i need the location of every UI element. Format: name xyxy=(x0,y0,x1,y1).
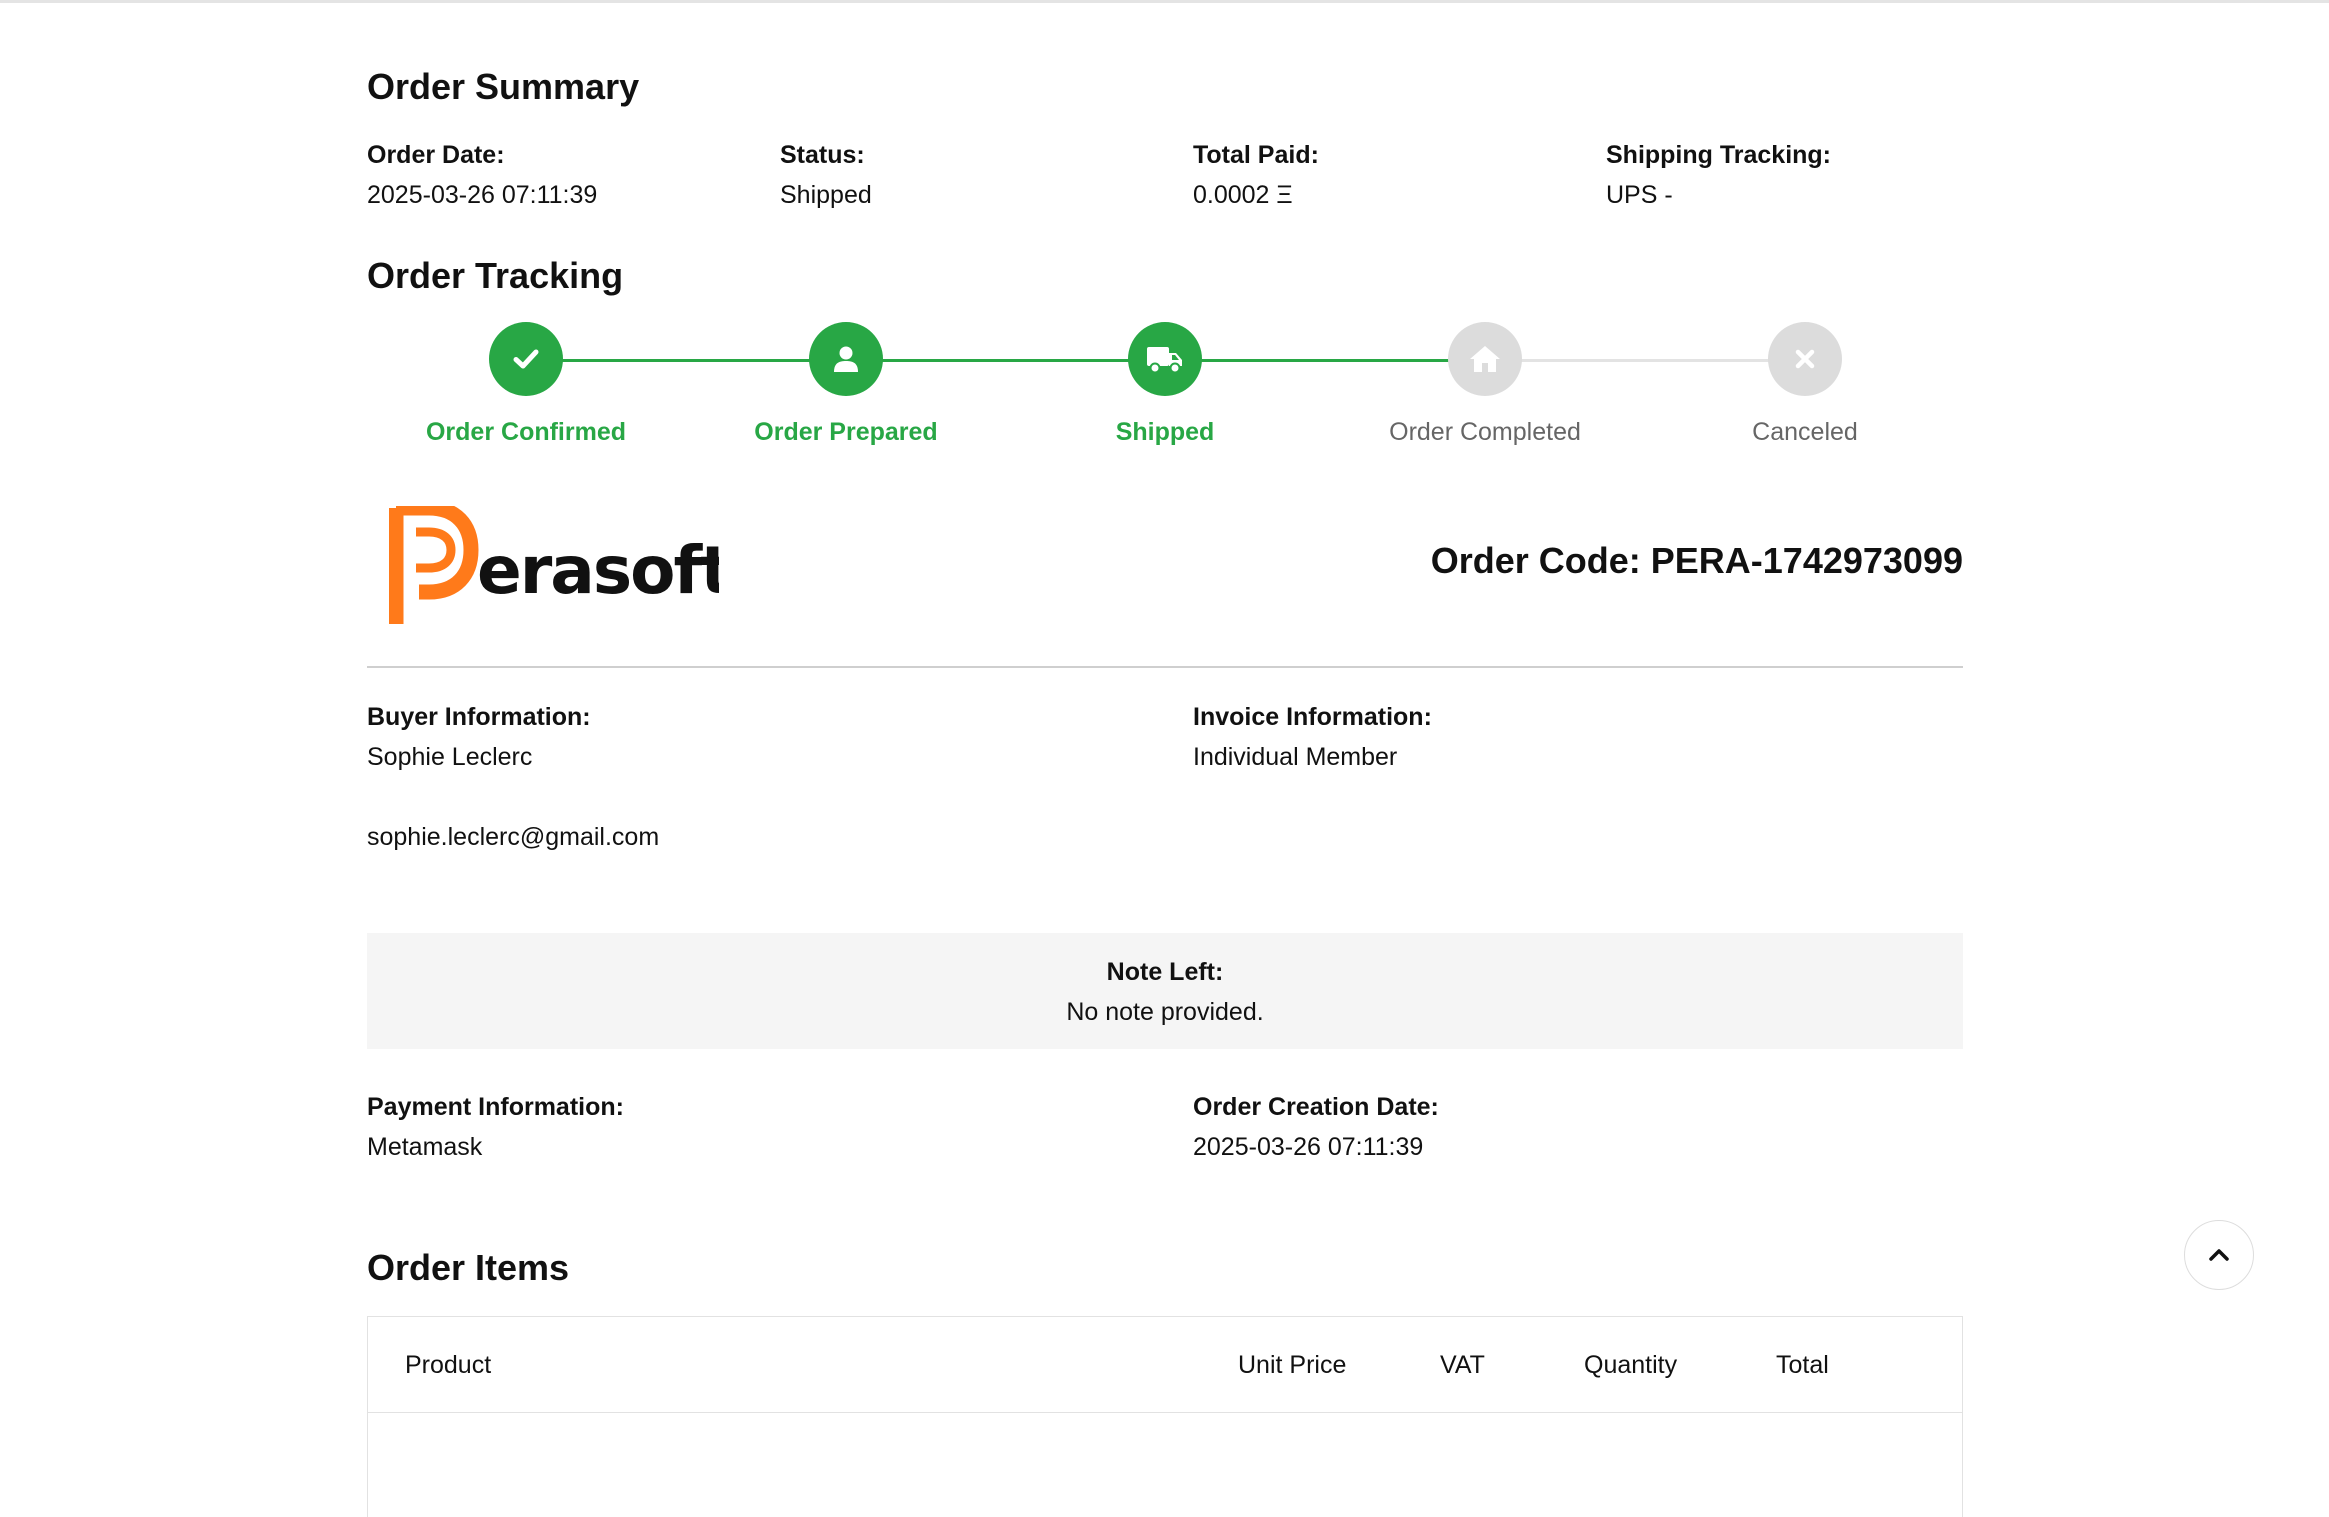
order-code: Order Code: PERA-1742973099 xyxy=(1430,540,1963,581)
step-label: Order Confirmed xyxy=(425,418,627,446)
order-tracking-title: Order Tracking xyxy=(367,255,624,296)
invoice-information-label: Invoice Information: xyxy=(1193,703,1432,731)
table-header-divider xyxy=(368,1412,1962,1413)
scroll-to-top-button[interactable] xyxy=(2184,1220,2254,1290)
order-date-value: 2025-03-26 07:11:39 xyxy=(367,181,598,209)
order-date-block: Order Date: 2025-03-26 07:11:39 xyxy=(367,138,597,212)
order-creation-date: Order Creation Date: 2025-03-26 07:11:39 xyxy=(1193,1090,1439,1164)
perasoft-logo: erasoft xyxy=(389,506,719,624)
buyer-information-label: Buyer Information: xyxy=(367,703,591,731)
header-divider xyxy=(367,666,1963,668)
total-paid-value: 0.0002 Ξ xyxy=(1193,181,1293,209)
order-creation-date-value: 2025-03-26 07:11:39 xyxy=(1193,1133,1424,1161)
step-circle xyxy=(1768,322,1842,396)
buyer-name: Sophie Leclerc xyxy=(367,743,533,771)
chevron-up-icon xyxy=(2209,1249,2229,1261)
order-date-label: Order Date: xyxy=(367,141,505,169)
home-icon xyxy=(1470,346,1500,372)
note-box: Note Left: No note provided. xyxy=(367,933,1963,1049)
column-header-quantity: Quantity xyxy=(1584,1351,1678,1379)
status-label: Status: xyxy=(780,141,865,169)
column-header-product: Product xyxy=(405,1351,492,1379)
top-border xyxy=(0,0,2329,3)
order-items-title: Order Items xyxy=(367,1247,570,1288)
invoice-information: Invoice Information: Individual Member xyxy=(1193,700,1432,774)
step-order-confirmed: Order Confirmed xyxy=(406,322,646,447)
step-canceled: Canceled xyxy=(1685,322,1925,447)
step-label: Shipped xyxy=(1115,418,1215,446)
step-order-prepared: Order Prepared xyxy=(726,322,966,447)
logo-text: erasoft xyxy=(477,532,719,609)
payment-information-label: Payment Information: xyxy=(367,1093,624,1121)
x-icon xyxy=(1795,349,1815,369)
step-shipped: Shipped xyxy=(1045,322,1285,447)
user-icon xyxy=(834,346,858,372)
step-circle xyxy=(809,322,883,396)
note-label: Note Left: xyxy=(1106,958,1224,986)
shipping-tracking-value: UPS - xyxy=(1606,181,1673,209)
shipping-tracking-block: Shipping Tracking: UPS - xyxy=(1606,138,1831,212)
step-circle xyxy=(1448,322,1522,396)
order-summary-title: Order Summary xyxy=(367,66,640,107)
step-label: Order Completed xyxy=(1389,418,1581,446)
total-paid-block: Total Paid: 0.0002 Ξ xyxy=(1193,138,1319,212)
order-items-table: Product Unit Price VAT Quantity Total xyxy=(367,1316,1963,1517)
payment-information: Payment Information: Metamask xyxy=(367,1090,624,1164)
note-value: No note provided. xyxy=(1066,998,1264,1026)
truck-icon xyxy=(1147,347,1182,374)
column-header-vat: VAT xyxy=(1440,1351,1485,1379)
shipping-tracking-label: Shipping Tracking: xyxy=(1606,141,1832,169)
column-header-total: Total xyxy=(1776,1351,1829,1379)
status-block: Status: Shipped xyxy=(780,138,872,212)
step-label: Canceled xyxy=(1752,418,1858,446)
step-order-completed: Order Completed xyxy=(1365,322,1605,447)
step-circle xyxy=(489,322,563,396)
step-circle xyxy=(1128,322,1202,396)
order-tracking-stepper: Order Confirmed Order Prepared Shipped O… xyxy=(367,322,1963,462)
payment-information-value: Metamask xyxy=(367,1133,483,1161)
invoice-information-value: Individual Member xyxy=(1193,743,1398,771)
order-creation-date-label: Order Creation Date: xyxy=(1193,1093,1439,1121)
total-paid-label: Total Paid: xyxy=(1193,141,1319,169)
step-label: Order Prepared xyxy=(754,418,938,446)
check-icon xyxy=(513,349,539,369)
buyer-information: Buyer Information: Sophie Leclerc sophie… xyxy=(367,700,659,854)
status-value: Shipped xyxy=(780,181,872,209)
buyer-email: sophie.leclerc@gmail.com xyxy=(367,823,660,851)
column-header-unit-price: Unit Price xyxy=(1238,1351,1347,1379)
